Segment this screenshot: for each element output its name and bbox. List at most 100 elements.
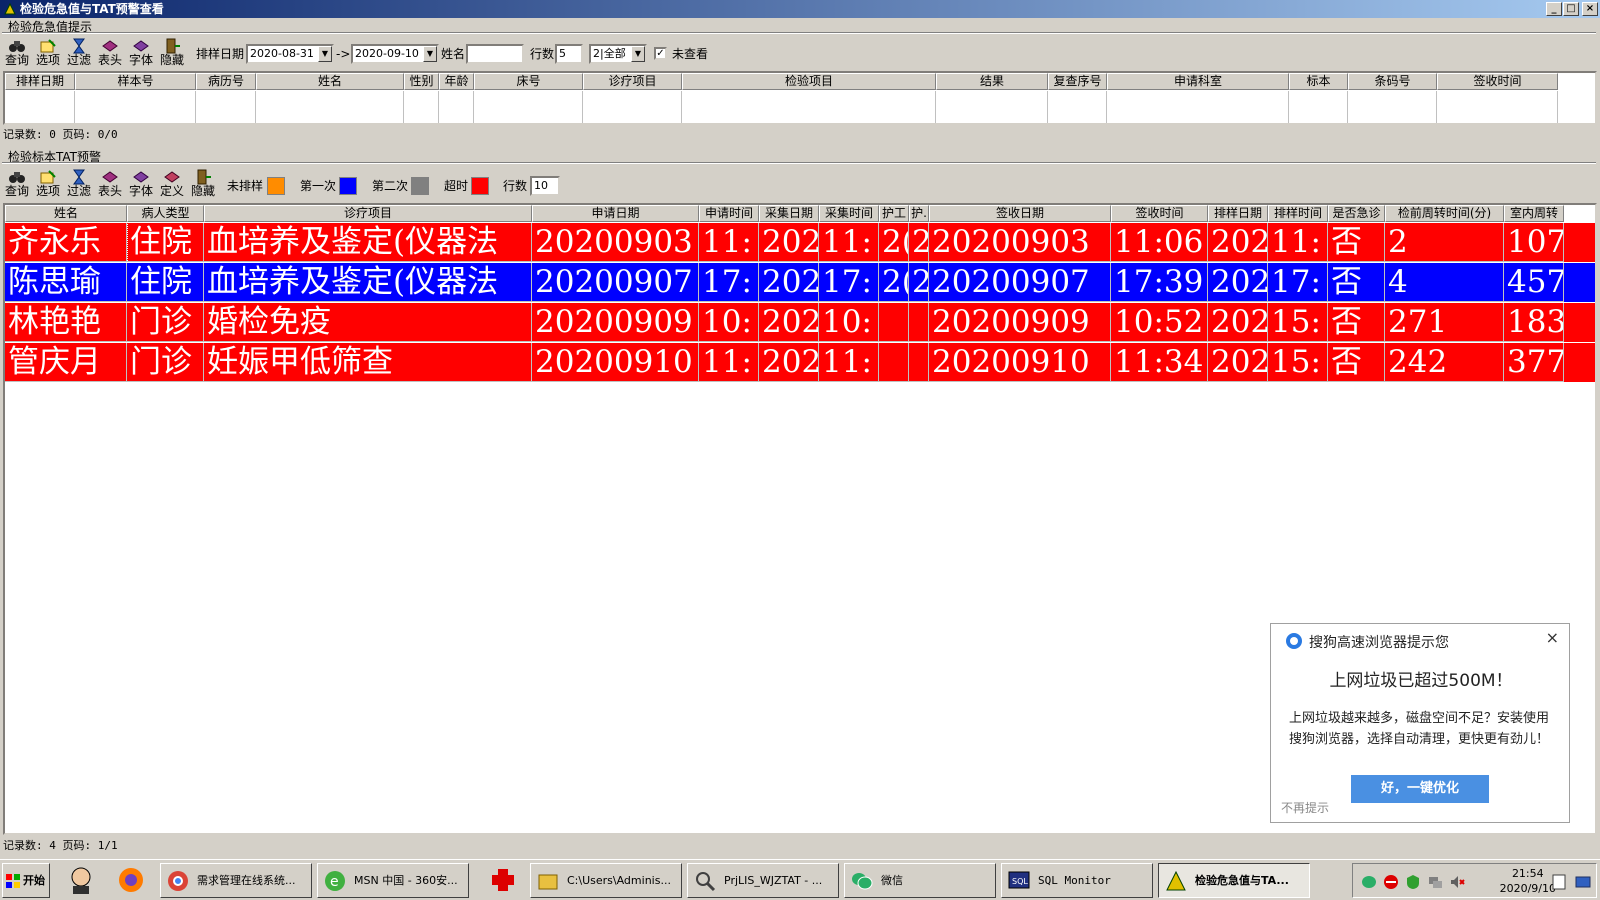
tat-col-header[interactable]: 签收时间 [1111, 205, 1208, 222]
tat-col-header[interactable]: 姓名 [5, 205, 127, 222]
name-input[interactable] [466, 44, 524, 64]
tat-col-header[interactable]: 签收日期 [929, 205, 1111, 222]
rows-input[interactable]: 5 [555, 44, 583, 64]
tat-col-header[interactable]: 病人类型 [127, 205, 204, 222]
table-row[interactable]: 陈思瑜住院血培养及鉴定(仪器法2020090717:20217:2(220200… [5, 263, 1595, 302]
close-button[interactable]: × [1582, 2, 1598, 16]
critical-font-button[interactable]: 字体 [126, 38, 156, 70]
tat-header-button[interactable]: 表头 [95, 169, 125, 201]
notes-icon[interactable] [1551, 874, 1567, 890]
tat-query-button[interactable]: 查询 [2, 169, 32, 201]
critical-col-header[interactable]: 检验项目 [682, 73, 936, 90]
critical-col-header[interactable]: 床号 [474, 73, 583, 90]
tat-font-button[interactable]: 字体 [126, 169, 156, 201]
tat-col-header[interactable]: 诊疗项目 [204, 205, 532, 222]
tat-col-header[interactable]: 检前周转时间(分) [1385, 205, 1504, 222]
table-cell: 202 [1208, 343, 1268, 382]
critical-col-header[interactable]: 标本 [1289, 73, 1348, 90]
date-to-picker[interactable]: 2020-09-10 ▼ [351, 44, 439, 64]
critical-col-header[interactable]: 排样日期 [5, 73, 75, 90]
popup-body: 上网垃圾越来越多，磁盘空间不足？安装使用搜狗浏览器，选择自动清理，更快更有劲儿！ [1289, 711, 1550, 747]
critical-col-header[interactable]: 姓名 [256, 73, 404, 90]
critical-empty-cell [474, 91, 583, 123]
critical-options-button[interactable]: 选项 [33, 38, 63, 70]
taskbar-item-msn[interactable]: e MSN 中国 - 360安... [317, 863, 469, 898]
taskbar-item-current[interactable]: 检验危急值与TA... [1158, 863, 1310, 898]
firefox-icon[interactable] [116, 865, 146, 895]
network-icon[interactable] [1427, 874, 1443, 890]
minimize-button[interactable]: _ [1546, 2, 1562, 16]
table-cell: 否 [1328, 263, 1385, 302]
tat-col-header[interactable]: 采集时间 [819, 205, 879, 222]
system-tray: 21:54 2020/9/10 [1352, 863, 1597, 898]
show-desktop-icon[interactable] [1575, 874, 1591, 890]
optimize-button[interactable]: 好，一键优化 [1351, 775, 1489, 803]
tat-col-header[interactable]: 护工 [879, 205, 909, 222]
tat-col-header[interactable]: 申请日期 [532, 205, 699, 222]
taskbar-item-sqlmonitor[interactable]: SQL SQL Monitor [1001, 863, 1153, 898]
clock[interactable]: 21:54 2020/9/10 [1500, 866, 1556, 896]
tat-options-button[interactable]: 选项 [33, 169, 63, 201]
table-cell: 202 [759, 343, 819, 382]
critical-empty-cell [196, 91, 256, 123]
taskbar-item-req[interactable]: 需求管理在线系统... [160, 863, 312, 898]
critical-col-header[interactable]: 病历号 [196, 73, 256, 90]
start-button[interactable]: 开始 [2, 863, 50, 898]
stop-icon[interactable] [1383, 874, 1399, 890]
critical-col-header[interactable]: 年龄 [439, 73, 474, 90]
volume-muted-icon[interactable] [1449, 874, 1465, 890]
critical-col-header[interactable]: 样本号 [75, 73, 196, 90]
tat-col-header[interactable]: 排样时间 [1268, 205, 1328, 222]
tat-rows-input[interactable]: 10 [530, 176, 560, 196]
critical-col-header[interactable]: 申请科室 [1107, 73, 1289, 90]
tat-col-header[interactable]: 排样日期 [1208, 205, 1268, 222]
critical-header-button[interactable]: 表头 [95, 38, 125, 70]
options-icon [40, 170, 56, 184]
critical-col-header[interactable]: 性别 [404, 73, 439, 90]
maximize-button[interactable]: □ [1563, 2, 1579, 16]
chevron-down-icon[interactable]: ▼ [631, 46, 645, 62]
tat-col-header[interactable]: 采集日期 [759, 205, 819, 222]
medical-app-icon[interactable] [488, 865, 518, 895]
critical-empty-cell [936, 91, 1048, 123]
critical-query-button[interactable]: 查询 [2, 38, 32, 70]
tat-define-button[interactable]: 定义 [157, 169, 187, 201]
critical-col-header[interactable]: 条码号 [1348, 73, 1437, 90]
tat-col-header[interactable]: 室内周转 [1504, 205, 1564, 222]
wechat-tray-icon[interactable] [1361, 874, 1377, 890]
critical-hide-button[interactable]: 隐藏 [157, 38, 187, 70]
table-row[interactable]: 林艳艳 门诊 婚检免疫 20200909 10: 202 10: 20200909 10:52 2… [5, 303, 1595, 342]
critical-filter-button[interactable]: 过滤 [64, 38, 94, 70]
taskbar-item-wechat[interactable]: 微信 [844, 863, 996, 898]
table-cell: 4573 [1504, 263, 1564, 302]
taskbar-item-folder[interactable]: C:\Users\Adminis... [530, 863, 682, 898]
tat-hide-button[interactable]: 隐藏 [188, 169, 218, 201]
table-row[interactable]: 管庆月 门诊 妊娠甲低筛查 20200910 11: 202 11: 20200910 11:3… [5, 343, 1595, 382]
tat-col-header[interactable]: 护. [909, 205, 929, 222]
critical-grid[interactable]: 排样日期 样本号 病历号 姓名 性别 年龄 床号 诊疗项目 检验项目 结果 复查序号 申请科室 标本 条码… [3, 71, 1597, 125]
critical-empty-cell [1348, 91, 1437, 123]
tat-status: 记录数: 4 页码: 1/1 [3, 839, 118, 852]
tat-filter-button[interactable]: 过滤 [64, 169, 94, 201]
critical-col-header[interactable]: 结果 [936, 73, 1048, 90]
tat-col-header[interactable]: 申请时间 [699, 205, 759, 222]
chevron-down-icon[interactable]: ▼ [423, 46, 437, 62]
popup-close-icon[interactable]: × [1546, 628, 1559, 647]
critical-empty-cell [439, 91, 474, 123]
chevron-down-icon[interactable]: ▼ [318, 46, 332, 62]
tat-col-header[interactable]: 是否急诊 [1328, 205, 1385, 222]
user-avatar-icon[interactable] [66, 865, 96, 895]
table-cell: 血培养及鉴定(仪器法 [204, 223, 532, 262]
scope-select[interactable]: 2|全部 ▼ [589, 44, 647, 64]
critical-col-header[interactable]: 签收时间 [1437, 73, 1558, 90]
date-from-picker[interactable]: 2020-08-31 ▼ [246, 44, 334, 64]
table-row[interactable]: 齐永乐住院血培养及鉴定(仪器法2020090311:20211:2(220200… [5, 222, 1595, 263]
shield-icon[interactable] [1405, 874, 1421, 890]
critical-col-header[interactable]: 诊疗项目 [583, 73, 682, 90]
taskbar-item-prjlis[interactable]: PrjLIS_WJZTAT - ... [687, 863, 839, 898]
table-cell: 门诊 [127, 343, 204, 382]
table-cell: 齐永乐 [5, 222, 128, 263]
no-remind-link[interactable]: 不再提示 [1281, 799, 1329, 816]
critical-col-header[interactable]: 复查序号 [1048, 73, 1107, 90]
unviewed-checkbox[interactable]: ✓ [654, 47, 667, 60]
